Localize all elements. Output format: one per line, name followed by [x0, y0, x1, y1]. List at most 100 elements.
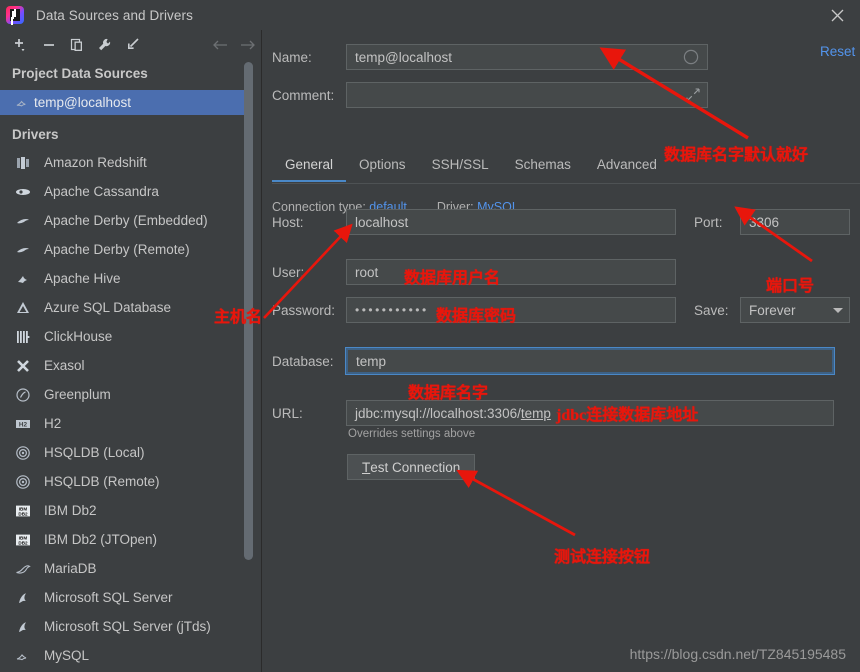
driver-list-item[interactable]: Microsoft SQL Server (jTds)	[0, 612, 261, 641]
redshift-icon	[14, 154, 32, 172]
derby-icon	[14, 241, 32, 259]
hsqldb-icon	[14, 473, 32, 491]
h2-icon: H2	[14, 415, 32, 433]
chevron-down-icon	[833, 307, 843, 313]
name-input[interactable]: temp@localhost	[346, 44, 708, 70]
driver-list-item[interactable]: IBM DB2 IBM Db2 (JTOpen)	[0, 525, 261, 554]
annotation-text: 端口号	[766, 278, 815, 295]
driver-list-item[interactable]: Greenplum	[0, 380, 261, 409]
driver-list-item[interactable]: Apache Derby (Remote)	[0, 235, 261, 264]
annotation-text: jdbc连接数据库地址	[556, 407, 699, 424]
minus-icon[interactable]	[36, 33, 62, 57]
svg-text:DB2: DB2	[18, 511, 28, 516]
driver-list-item[interactable]: H2 H2	[0, 409, 261, 438]
driver-item-label: MySQL	[44, 648, 90, 663]
db2-icon: IBM DB2	[14, 531, 32, 549]
tab-options[interactable]: Options	[346, 154, 419, 180]
driver-item-label: ClickHouse	[44, 329, 113, 344]
database-input[interactable]: temp	[345, 347, 835, 375]
annotation-text: 数据库名字默认就好	[664, 147, 809, 164]
driver-list-item[interactable]: MySQL	[0, 641, 261, 670]
test-connection-label: est Connection	[370, 459, 461, 475]
driver-list-item[interactable]: Apache Derby (Embedded)	[0, 206, 261, 235]
svg-text:DB2: DB2	[18, 540, 28, 545]
url-prefix: jdbc:mysql://localhost:3306/	[355, 405, 521, 421]
driver-item-label: Apache Cassandra	[44, 184, 159, 199]
port-value: 3306	[749, 214, 780, 230]
driver-list-item[interactable]: Apache Cassandra	[0, 177, 261, 206]
sidebar-item-label: temp@localhost	[34, 95, 131, 110]
user-value: root	[355, 264, 379, 280]
port-input[interactable]: 3306	[740, 209, 850, 235]
driver-item-label: HSQLDB (Remote)	[44, 474, 160, 489]
close-icon[interactable]	[814, 0, 860, 30]
save-select[interactable]: Forever	[740, 297, 850, 323]
sidebar-item-temp-localhost[interactable]: temp@localhost	[0, 90, 245, 115]
driver-list-item[interactable]: Apache Hive	[0, 264, 261, 293]
driver-item-label: IBM Db2 (JTOpen)	[44, 532, 158, 547]
import-arrow-icon[interactable]	[120, 33, 146, 57]
connection-settings-panel: Name: temp@localhost Reset Comment: Gene…	[262, 30, 860, 672]
driver-item-label: HSQLDB (Local)	[44, 445, 145, 460]
database-label: Database:	[272, 353, 334, 369]
arrow-right-icon[interactable]	[235, 33, 261, 57]
arrow-left-icon[interactable]	[207, 33, 233, 57]
clickhouse-icon	[14, 328, 32, 346]
tab-advanced[interactable]: Advanced	[584, 154, 670, 180]
driver-item-label: Amazon Redshift	[44, 155, 147, 170]
driver-item-label: Microsoft SQL Server (jTds)	[44, 619, 211, 634]
comment-input[interactable]	[346, 82, 708, 108]
driver-list-item[interactable]: HSQLDB (Remote)	[0, 467, 261, 496]
driver-item-label: IBM Db2	[44, 503, 97, 518]
annotation-text: 数据库用户名	[404, 270, 501, 287]
test-connection-button[interactable]: Test Connection	[347, 454, 476, 480]
driver-item-label: Apache Derby (Embedded)	[44, 213, 208, 228]
driver-list-item[interactable]: IBM DB2 IBM Db2	[0, 496, 261, 525]
expand-icon[interactable]	[686, 88, 700, 105]
wrench-icon[interactable]	[92, 33, 118, 57]
annotation-text: 测试连接按钮	[554, 549, 651, 566]
tab-schemas[interactable]: Schemas	[502, 154, 584, 180]
mariadb-icon	[14, 560, 32, 578]
tab-ssh-ssl[interactable]: SSH/SSL	[419, 154, 502, 180]
host-value: localhost	[355, 214, 409, 230]
title-bar: Data Sources and Drivers	[0, 0, 860, 30]
driver-list-item[interactable]: Exasol	[0, 351, 261, 380]
name-label: Name:	[272, 49, 312, 65]
database-value: temp	[356, 353, 387, 369]
tab-general[interactable]: General	[272, 154, 347, 182]
hive-icon	[14, 270, 32, 288]
driver-list-item[interactable]: Amazon Redshift	[0, 148, 261, 177]
sidebar: Project Data Sources temp@localhost Driv…	[0, 30, 262, 672]
driver-item-label: Greenplum	[44, 387, 111, 402]
db2-icon: IBM DB2	[14, 502, 32, 520]
plus-icon[interactable]	[8, 33, 34, 57]
driver-item-label: Apache Hive	[44, 271, 121, 286]
driver-item-label: Azure SQL Database	[44, 300, 172, 315]
window-title: Data Sources and Drivers	[36, 7, 193, 23]
annotation-text: 主机名	[214, 309, 263, 326]
name-value: temp@localhost	[355, 49, 452, 65]
annotation-text: 数据库密码	[436, 308, 517, 325]
mssql-icon	[14, 589, 32, 607]
azure-icon	[14, 299, 32, 317]
driver-item-label: Apache Derby (Remote)	[44, 242, 190, 257]
url-suffix: temp	[520, 405, 551, 421]
url-label: URL:	[272, 405, 303, 421]
hsqldb-icon	[14, 444, 32, 462]
url-hint: Overrides settings above	[348, 428, 476, 440]
exasol-icon	[14, 357, 32, 375]
annotation-text: 数据库名字	[408, 385, 489, 402]
driver-list-item[interactable]: Microsoft SQL Server	[0, 583, 261, 612]
greenplum-icon	[14, 386, 32, 404]
watermark: https://blog.csdn.net/TZ845195485	[629, 646, 846, 662]
reset-button[interactable]: Reset	[820, 44, 855, 59]
user-input[interactable]: root	[346, 259, 676, 285]
driver-item-label: Exasol	[44, 358, 85, 373]
copy-icon[interactable]	[64, 33, 90, 57]
driver-list-item[interactable]: MariaDB	[0, 554, 261, 583]
driver-list-item[interactable]: HSQLDB (Local)	[0, 438, 261, 467]
host-input[interactable]: localhost	[346, 209, 676, 235]
driver-item-label: H2	[44, 416, 62, 431]
circle-icon	[683, 49, 699, 68]
